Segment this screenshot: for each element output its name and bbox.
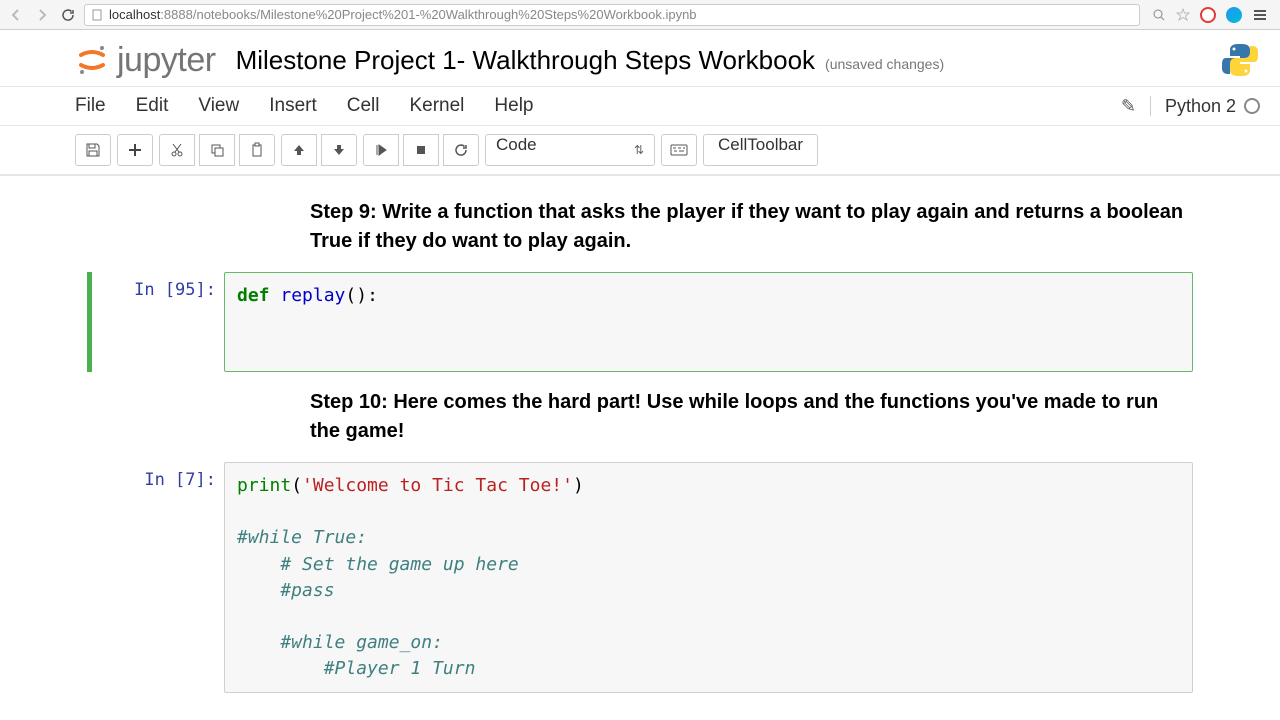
run-button[interactable]	[363, 134, 399, 166]
edit-icon[interactable]: ✎	[1121, 96, 1136, 117]
jupyter-logo-text: jupyter	[117, 41, 216, 80]
notebook-header: jupyter Milestone Project 1- Walkthrough…	[0, 30, 1280, 176]
stop-button[interactable]	[403, 134, 439, 166]
star-icon[interactable]	[1176, 8, 1190, 22]
code-cell-1[interactable]: In [95]: def replay():	[80, 272, 1200, 372]
kernel-status-icon	[1244, 98, 1260, 114]
paste-button[interactable]	[239, 134, 275, 166]
reload-button[interactable]	[58, 5, 78, 25]
back-button	[6, 5, 26, 25]
menu-cell[interactable]: Cell	[347, 95, 380, 117]
celltoolbar-button[interactable]: CellToolbar	[703, 134, 818, 166]
save-button[interactable]	[75, 134, 111, 166]
menu-insert[interactable]: Insert	[269, 95, 317, 117]
cell-type-select[interactable]: Code	[485, 134, 655, 166]
toolbar: Code CellToolbar	[0, 126, 1280, 175]
move-down-button[interactable]	[321, 134, 357, 166]
notebook-app: jupyter Milestone Project 1- Walkthrough…	[0, 30, 1280, 711]
copy-button[interactable]	[199, 134, 235, 166]
notebook-container: Step 9: Write a function that asks the p…	[80, 176, 1200, 711]
python-logo	[1220, 40, 1260, 80]
menu-view[interactable]: View	[198, 95, 239, 117]
url-host: localhost	[109, 7, 160, 22]
code-input[interactable]: def replay():	[224, 272, 1193, 372]
menu-edit[interactable]: Edit	[136, 95, 169, 117]
add-cell-button[interactable]	[117, 134, 153, 166]
url-bar[interactable]: localhost:8888/notebooks/Milestone%20Pro…	[84, 4, 1140, 26]
code-cell-2[interactable]: In [7]: print('Welcome to Tic Tac Toe!')…	[80, 462, 1200, 693]
menu-help[interactable]: Help	[494, 95, 533, 117]
menubar: File Edit View Insert Cell Kernel Help ✎…	[0, 86, 1280, 126]
zoom-icon[interactable]	[1152, 8, 1166, 22]
extension-icon-2[interactable]	[1226, 7, 1242, 23]
extension-icon-1[interactable]	[1200, 7, 1216, 23]
markdown-cell-step9[interactable]: Step 9: Write a function that asks the p…	[80, 188, 1200, 266]
kernel-indicator[interactable]: Python 2	[1165, 96, 1260, 117]
jupyter-logo[interactable]: jupyter	[75, 41, 216, 80]
menu-kernel[interactable]: Kernel	[409, 95, 464, 117]
save-status: (unsaved changes)	[825, 56, 944, 72]
browser-chrome: localhost:8888/notebooks/Milestone%20Pro…	[0, 0, 1280, 30]
divider	[1150, 96, 1151, 116]
browser-right-icons	[1146, 7, 1274, 23]
restart-button[interactable]	[443, 134, 479, 166]
move-up-button[interactable]	[281, 134, 317, 166]
forward-button	[32, 5, 52, 25]
hamburger-icon[interactable]	[1252, 7, 1268, 23]
url-path: /notebooks/Milestone%20Project%201-%20Wa…	[193, 7, 697, 22]
menu-file[interactable]: File	[75, 95, 106, 117]
jupyter-logo-mark	[75, 43, 109, 77]
url-port: :8888	[160, 7, 193, 22]
cut-button[interactable]	[159, 134, 195, 166]
kernel-name: Python 2	[1165, 96, 1236, 117]
command-palette-button[interactable]	[661, 134, 697, 166]
cell-prompt: In [95]:	[92, 272, 224, 372]
cell-prompt: In [7]:	[92, 462, 224, 693]
notebook-title[interactable]: Milestone Project 1- Walkthrough Steps W…	[236, 45, 815, 76]
markdown-cell-step10[interactable]: Step 10: Here comes the hard part! Use w…	[80, 378, 1200, 456]
code-input[interactable]: print('Welcome to Tic Tac Toe!') #while …	[224, 462, 1193, 693]
